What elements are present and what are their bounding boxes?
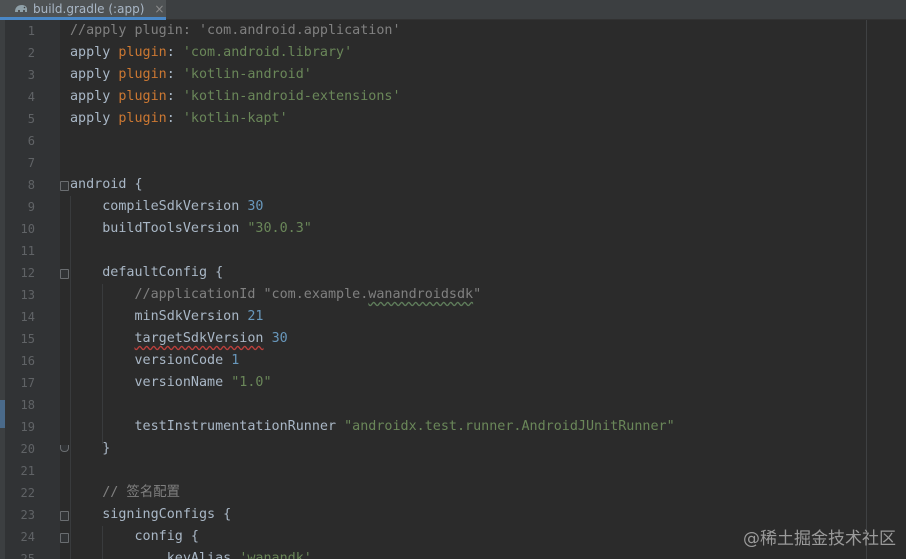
fold-marker-android[interactable] — [60, 181, 69, 191]
code-line[interactable]: buildToolsVersion "30.0.3" — [70, 218, 312, 240]
code-line[interactable]: } — [70, 438, 110, 460]
line-number: 8 — [27, 178, 35, 192]
code-line[interactable]: minSdkVersion 21 — [70, 306, 263, 328]
code-line[interactable]: // 签名配置 — [70, 482, 180, 504]
fold-end-defaultconfig[interactable] — [60, 445, 69, 452]
line-number: 16 — [20, 354, 35, 368]
line-number: 2 — [27, 46, 35, 60]
code-line[interactable]: apply plugin: 'kotlin-android' — [70, 64, 312, 86]
fold-marker-defaultconfig[interactable] — [60, 269, 69, 279]
line-number: 19 — [20, 420, 35, 434]
line-number: 24 — [20, 530, 35, 544]
code-line[interactable]: defaultConfig { — [70, 262, 223, 284]
line-number: 6 — [27, 134, 35, 148]
line-number: 18 — [20, 398, 35, 412]
code-line[interactable]: android { — [70, 174, 143, 196]
fold-marker-config[interactable] — [60, 533, 69, 543]
code-line[interactable]: versionName "1.0" — [70, 372, 271, 394]
line-number: 17 — [20, 376, 35, 390]
right-margin-guide — [866, 20, 867, 559]
tab-build-gradle[interactable]: build.gradle (:app) × — [0, 0, 166, 20]
line-number: 11 — [20, 244, 35, 258]
code-line[interactable]: signingConfigs { — [70, 504, 231, 526]
code-line[interactable]: config { — [70, 526, 199, 548]
line-number: 14 — [20, 310, 35, 324]
code-line[interactable]: keyAlias 'wanandk' — [70, 548, 312, 559]
code-line[interactable]: //applicationId "com.example.wanandroids… — [70, 284, 481, 306]
close-icon[interactable]: × — [154, 2, 164, 16]
code-line[interactable]: apply plugin: 'kotlin-kapt' — [70, 108, 288, 130]
line-number: 21 — [20, 464, 35, 478]
line-number: 23 — [20, 508, 35, 522]
line-number: 5 — [27, 112, 35, 126]
line-number: 10 — [20, 222, 35, 236]
line-number: 12 — [20, 266, 35, 280]
code-line[interactable]: compileSdkVersion 30 — [70, 196, 263, 218]
line-number: 3 — [27, 68, 35, 82]
code-line[interactable]: testInstrumentationRunner "androidx.test… — [70, 416, 674, 438]
gradle-elephant-icon — [14, 3, 28, 15]
line-number: 4 — [27, 90, 35, 104]
line-number: 20 — [20, 442, 35, 456]
fold-marker-signingconfigs[interactable] — [60, 511, 69, 521]
line-number: 13 — [20, 288, 35, 302]
line-number: 9 — [27, 200, 35, 214]
tab-label: build.gradle (:app) — [33, 1, 145, 16]
code-line[interactable]: targetSdkVersion 30 — [70, 328, 288, 350]
line-number: 15 — [20, 332, 35, 346]
code-line[interactable]: //apply plugin: 'com.android.application… — [70, 20, 401, 42]
code-line[interactable]: versionCode 1 — [70, 350, 239, 372]
line-number: 7 — [27, 156, 35, 170]
editor-tab-bar: build.gradle (:app) × — [0, 0, 906, 20]
code-line[interactable]: apply plugin: 'kotlin-android-extensions… — [70, 86, 401, 108]
line-number: 1 — [27, 24, 35, 38]
line-number: 25 — [20, 552, 35, 559]
line-number: 22 — [20, 486, 35, 500]
watermark: @稀土掘金技术社区 — [743, 529, 896, 549]
code-line[interactable]: apply plugin: 'com.android.library' — [70, 42, 352, 64]
